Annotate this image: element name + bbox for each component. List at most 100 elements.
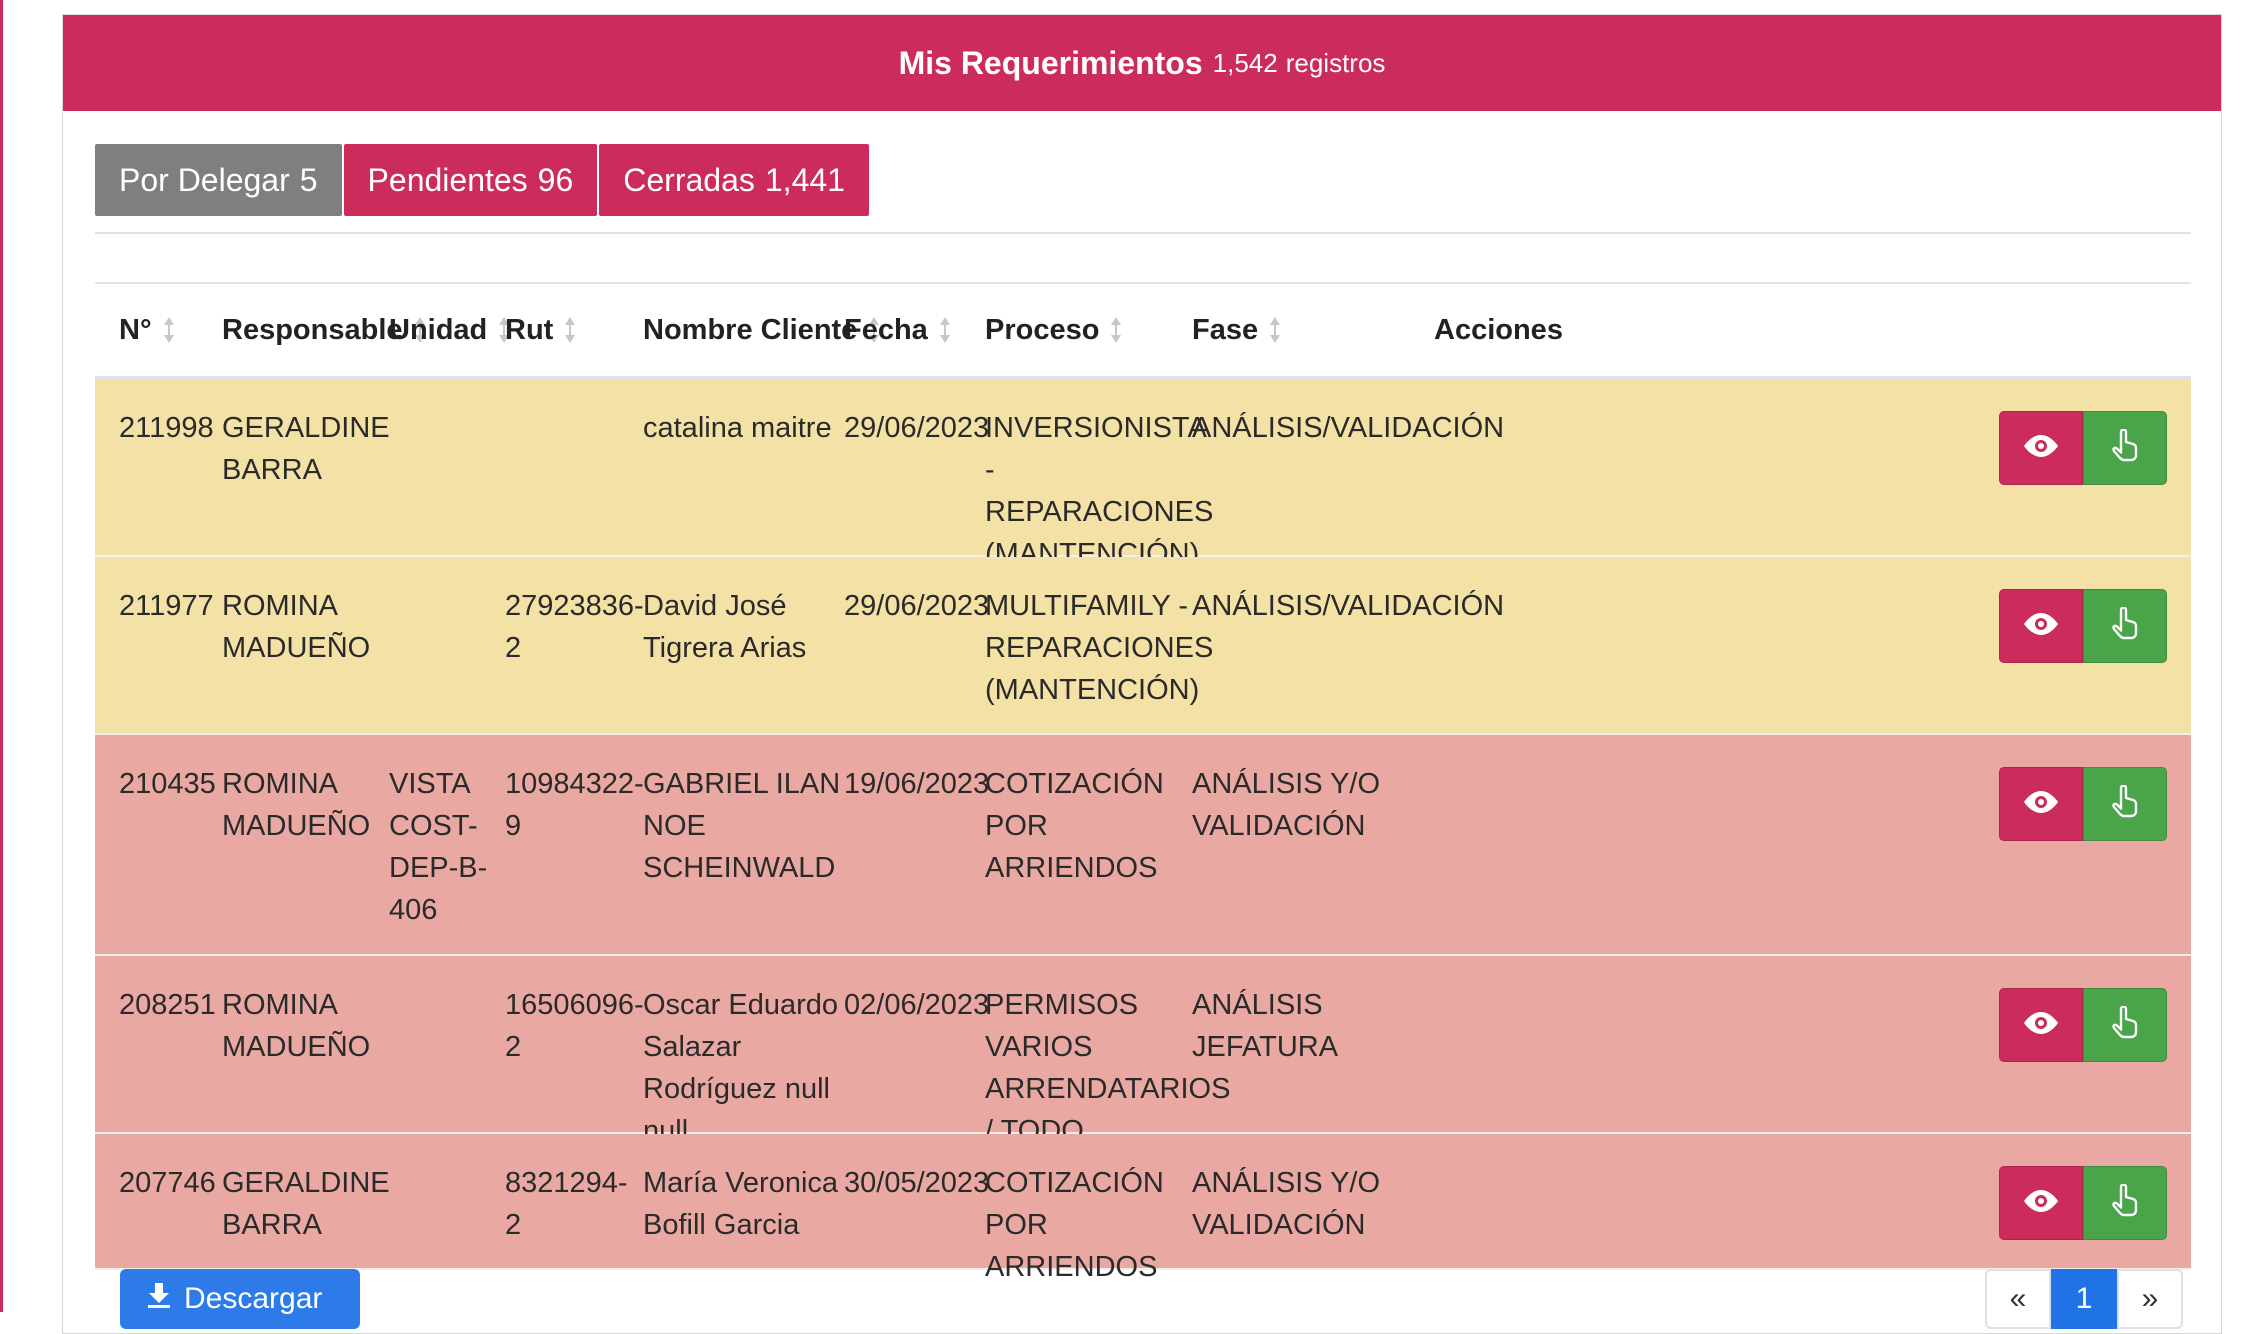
column-header-fecha[interactable]: Fecha: [844, 284, 952, 376]
table-header-row: N° Responsable Unidad Rut Nombre Cliente…: [95, 284, 2191, 379]
cell-rut: 8321294-2: [505, 1167, 628, 1241]
row-actions: [1999, 767, 2167, 841]
cell-no: 208251: [119, 989, 216, 1021]
tab-por-delegar[interactable]: Por Delegar 5: [95, 144, 342, 216]
row-actions: [1999, 589, 2167, 663]
take-button[interactable]: [2083, 589, 2167, 663]
cell-fase: ANÁLISIS/VALIDACIÓN: [1192, 590, 1505, 622]
eye-icon: [2021, 433, 2061, 464]
cell-fecha: 29/06/2023: [844, 412, 990, 444]
take-button[interactable]: [2083, 1166, 2167, 1240]
view-button[interactable]: [1999, 767, 2083, 841]
record-count-suffix: registros: [1285, 47, 1386, 78]
cell-unidad: [389, 956, 499, 984]
hand-pointer-icon: [2110, 605, 2140, 646]
cell-no: 211977: [119, 590, 214, 622]
column-header-numero[interactable]: N°: [119, 284, 176, 376]
pagination-page[interactable]: 1: [2051, 1269, 2117, 1329]
requirements-table: N° Responsable Unidad Rut Nombre Cliente…: [95, 282, 2191, 1283]
cell-fase: ANÁLISIS Y/O VALIDACIÓN: [1192, 768, 1381, 842]
cell-fase: ANÁLISIS/VALIDACIÓN: [1192, 412, 1505, 444]
column-header-label: Acciones: [1434, 313, 1563, 346]
record-count-number: 1,542: [1212, 47, 1278, 78]
row-actions: [1999, 988, 2167, 1062]
column-header-unidad[interactable]: Unidad: [389, 284, 511, 376]
cell-fecha: 29/06/2023: [844, 590, 990, 622]
cell-no: 211998: [119, 412, 214, 444]
table-row: 210435 ROMINA MADUEÑO VISTA COST-DEP-B-406…: [95, 735, 2191, 956]
cell-proceso: COTIZACIÓN POR ARRIENDOS: [985, 768, 1164, 884]
cell-rut: 16506096-2: [505, 989, 644, 1063]
pagination: « 1 »: [1985, 1269, 2183, 1329]
tabs-divider: [95, 232, 2191, 234]
sort-icon: [938, 315, 952, 345]
column-header-label: Nombre Cliente: [643, 313, 858, 346]
cell-unidad: [389, 557, 499, 585]
hand-pointer-icon: [2110, 783, 2140, 824]
sort-icon: [1109, 315, 1123, 345]
cell-responsable: ROMINA MADUEÑO: [222, 989, 371, 1063]
hand-pointer-icon: [2110, 1004, 2140, 1045]
status-tabs: Por Delegar 5 Pendientes 96 Cerradas 1,4…: [95, 144, 869, 216]
view-button[interactable]: [1999, 988, 2083, 1062]
view-button[interactable]: [1999, 411, 2083, 485]
eye-icon: [2021, 1188, 2061, 1219]
view-button[interactable]: [1999, 589, 2083, 663]
column-header-label: Rut: [505, 313, 554, 346]
tab-count: 96: [537, 161, 574, 198]
pagination-next[interactable]: »: [2117, 1269, 2183, 1329]
cell-rut: 27923836-2: [505, 590, 644, 664]
column-header-rut[interactable]: Rut: [505, 284, 577, 376]
column-header-acciones: Acciones: [1434, 284, 1563, 376]
tab-label: Por Delegar: [119, 161, 290, 198]
cell-no: 207746: [119, 1167, 216, 1199]
column-header-label: Unidad: [389, 313, 488, 346]
column-header-fase[interactable]: Fase: [1192, 284, 1282, 376]
download-label: Descargar: [184, 1282, 323, 1315]
cell-fase: ANÁLISIS Y/O VALIDACIÓN: [1192, 1167, 1381, 1241]
pagination-prev[interactable]: «: [1985, 1269, 2051, 1329]
panel-header: Mis Requerimientos 1,542 registros: [63, 15, 2221, 111]
cell-cliente: GABRIEL ILAN NOE SCHEINWALD: [643, 768, 841, 884]
download-button[interactable]: Descargar: [120, 1269, 360, 1329]
column-header-label: Proceso: [985, 313, 1100, 346]
cell-responsable: ROMINA MADUEÑO: [222, 768, 371, 842]
take-button[interactable]: [2083, 988, 2167, 1062]
cell-cliente: Oscar Eduardo Salazar Rodríguez null nul…: [643, 989, 839, 1147]
table-row: 211998 GERALDINE BARRA catalina maitre 29/0…: [95, 379, 2191, 570]
take-button[interactable]: [2083, 411, 2167, 485]
cell-responsable: ROMINA MADUEÑO: [222, 590, 371, 664]
cell-cliente: catalina maitre: [643, 412, 832, 444]
cell-rut: 10984322-9: [505, 768, 644, 842]
sort-icon: [162, 315, 176, 345]
window-edge-accent: [0, 0, 3, 1312]
eye-icon: [2021, 789, 2061, 820]
column-header-proceso[interactable]: Proceso: [985, 284, 1123, 376]
eye-icon: [2021, 611, 2061, 642]
column-header-label: N°: [119, 313, 152, 346]
eye-icon: [2021, 1010, 2061, 1041]
cell-rut: [505, 379, 635, 407]
cell-fecha: 02/06/2023: [844, 989, 990, 1021]
cell-proceso: COTIZACIÓN POR ARRIENDOS: [985, 1167, 1164, 1283]
cell-unidad: VISTA COST-DEP-B-406: [389, 768, 488, 926]
table-row: 208251 ROMINA MADUEÑO 16506096-2 Oscar Edua…: [95, 956, 2191, 1189]
record-count: 1,542 registros: [1213, 48, 1386, 79]
cell-no: 210435: [119, 768, 216, 800]
hand-pointer-icon: [2110, 427, 2140, 468]
cell-proceso: INVERSIONISTA - REPARACIONES (MANTENCIÓN…: [985, 412, 1214, 570]
tab-cerradas[interactable]: Cerradas 1,441: [599, 144, 869, 216]
row-actions: [1999, 1166, 2167, 1240]
cell-unidad: [389, 379, 499, 407]
tab-pendientes[interactable]: Pendientes 96: [343, 144, 598, 216]
take-button[interactable]: [2083, 767, 2167, 841]
tab-count: 5: [299, 161, 318, 198]
requirements-panel: Mis Requerimientos 1,542 registros Por De…: [62, 14, 2222, 1334]
cell-cliente: David José Tigrera Arias: [643, 590, 807, 664]
column-header-label: Fecha: [844, 313, 928, 346]
cell-fecha: 30/05/2023: [844, 1167, 990, 1199]
view-button[interactable]: [1999, 1166, 2083, 1240]
sort-icon: [563, 315, 577, 345]
tab-label: Pendientes: [367, 161, 528, 198]
table-row: 207746 GERALDINE BARRA 8321294-2 María Vero…: [95, 1134, 2191, 1283]
